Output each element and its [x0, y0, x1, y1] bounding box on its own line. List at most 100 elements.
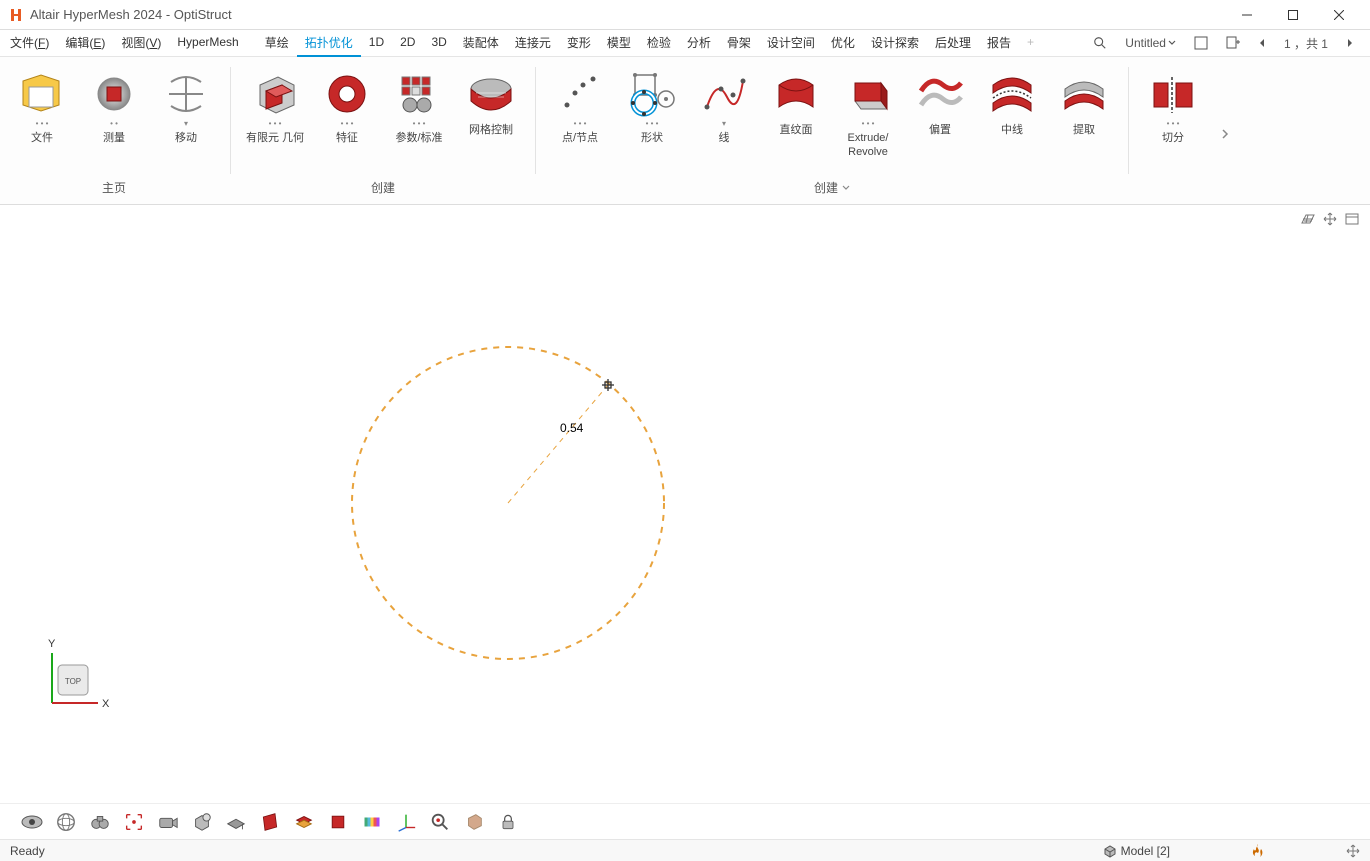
status-bar: Ready Model [2]	[0, 839, 1370, 861]
ribbon-line[interactable]: ▾ 线	[688, 63, 760, 161]
page-prev-button[interactable]	[1252, 36, 1272, 50]
ribbon-midline[interactable]: 中线	[976, 63, 1048, 161]
shape-icon	[625, 67, 679, 121]
tab-report[interactable]: 报告	[979, 30, 1019, 57]
page-add-button[interactable]	[1220, 34, 1246, 52]
zoom-find-icon[interactable]	[428, 810, 452, 834]
red-box-icon[interactable]	[326, 810, 350, 834]
ribbon: • • • 文件 • • 测量 ▾ 移动 主页 • • • 有限元 几何	[0, 57, 1370, 205]
tab-3d[interactable]: 3D	[423, 31, 454, 55]
transparency-icon[interactable]	[462, 810, 486, 834]
bottom-toolbar	[0, 803, 1370, 839]
feature-icon	[320, 67, 374, 121]
tab-analyze[interactable]: 分析	[679, 30, 719, 57]
tab-design-space[interactable]: 设计空间	[759, 30, 823, 57]
status-snap-icon[interactable]	[1346, 844, 1360, 858]
tab-optimize[interactable]: 优化	[823, 30, 863, 57]
svg-text:TOP: TOP	[65, 677, 81, 686]
tab-design-explore[interactable]: 设计探索	[863, 30, 927, 57]
file-icon	[15, 67, 69, 121]
cube-icon	[1103, 844, 1117, 858]
axes-small-icon[interactable]	[394, 810, 418, 834]
page-counter: 1 ，共 1	[1278, 33, 1334, 54]
axis-y-label: Y	[48, 638, 56, 650]
triangle-right-icon	[1346, 38, 1354, 48]
target-selection-icon[interactable]	[122, 810, 146, 834]
minimize-button[interactable]	[1224, 0, 1270, 30]
tab-1d[interactable]: 1D	[361, 31, 392, 55]
fem-geom-icon	[248, 67, 302, 121]
ribbon-group-label-create2: 创建	[814, 173, 850, 204]
tab-assembly[interactable]: 装配体	[455, 30, 507, 57]
menu-view[interactable]: 视图(V)	[113, 30, 169, 57]
ribbon-feature[interactable]: • • • 特征	[311, 63, 383, 147]
line-icon	[697, 67, 751, 121]
tab-connectors[interactable]: 连接元	[507, 30, 559, 57]
spectrum-icon[interactable]	[360, 810, 384, 834]
ribbon-extract[interactable]: 提取	[1048, 63, 1120, 161]
chevron-down-icon	[1168, 39, 1176, 47]
tab-2d[interactable]: 2D	[392, 31, 423, 55]
globe-icon[interactable]	[54, 810, 78, 834]
close-button[interactable]	[1316, 0, 1362, 30]
menu-file[interactable]: 文件(F)	[2, 30, 57, 57]
extract-icon	[1057, 67, 1111, 121]
move-icon	[159, 67, 213, 121]
menu-edit[interactable]: 编辑(E)	[57, 30, 113, 57]
ribbon-offset[interactable]: 偏置	[904, 63, 976, 161]
ribbon-group-home: • • • 文件 • • 测量 ▾ 移动 主页	[0, 63, 228, 204]
lock-icon[interactable]	[496, 810, 520, 834]
ribbon-shape[interactable]: • • • 形状	[616, 63, 688, 161]
ribbon-overflow-right[interactable]	[1215, 63, 1235, 204]
eye-icon[interactable]	[20, 810, 44, 834]
hat-icon[interactable]	[224, 810, 248, 834]
ribbon-mesh-ctrl[interactable]: 网格控制	[455, 63, 527, 147]
binoculars-icon[interactable]	[88, 810, 112, 834]
ribbon-fem-geom[interactable]: • • • 有限元 几何	[239, 63, 311, 147]
menu-right: Untitled 1 ，共 1	[1087, 33, 1368, 54]
menu-hypermesh[interactable]: HyperMesh	[169, 31, 246, 55]
ribbon-move[interactable]: ▾ 移动	[150, 63, 222, 147]
status-ready: Ready	[10, 844, 45, 858]
page-layout-button[interactable]	[1188, 34, 1214, 52]
maximize-button[interactable]	[1270, 0, 1316, 30]
ribbon-group-create-1: • • • 有限元 几何 • • • 特征 • • • 参数/标准 网格控制 创…	[233, 63, 533, 204]
status-fire-icon[interactable]	[1250, 843, 1266, 859]
tab-sketch[interactable]: 草绘	[257, 30, 297, 57]
ribbon-param-std[interactable]: • • • 参数/标准	[383, 63, 455, 147]
search-button[interactable]	[1087, 34, 1113, 52]
tab-morph[interactable]: 变形	[559, 30, 599, 57]
ribbon-cut[interactable]: • • • 切分	[1137, 63, 1209, 147]
title-bar: Altair HyperMesh 2024 - OptiStruct	[0, 0, 1370, 30]
page-next-button[interactable]	[1340, 36, 1360, 50]
axis-widget[interactable]: Y X TOP	[40, 633, 130, 723]
app-logo-icon	[8, 7, 24, 23]
menu-bar: 文件(F) 编辑(E) 视图(V) HyperMesh 草绘 拓扑优化 1D 2…	[0, 30, 1370, 57]
chevron-down-icon	[842, 184, 850, 192]
ribbon-file[interactable]: • • • 文件	[6, 63, 78, 147]
ribbon-point-node[interactable]: • • • 点/节点	[544, 63, 616, 161]
viewport-3d[interactable]: 0.54 Y X TOP	[0, 205, 1370, 803]
ribbon-group-label-create1: 创建	[371, 173, 395, 204]
ribbon-group-label-home: 主页	[102, 173, 126, 204]
ruled-icon	[769, 67, 823, 121]
cube-sphere-icon[interactable]	[190, 810, 214, 834]
ribbon-group-cut: • • • 切分	[1131, 63, 1215, 204]
tab-add[interactable]: +	[1019, 31, 1042, 55]
document-name-dropdown[interactable]: Untitled	[1119, 34, 1182, 52]
viewport-canvas	[0, 205, 1370, 803]
axis-x-label: X	[102, 698, 110, 710]
document-name: Untitled	[1125, 36, 1166, 50]
camera-icon[interactable]	[156, 810, 180, 834]
red-plane-icon[interactable]	[258, 810, 282, 834]
layers-icon[interactable]	[292, 810, 316, 834]
tab-post[interactable]: 后处理	[927, 30, 979, 57]
ribbon-ruled[interactable]: 直纹面	[760, 63, 832, 161]
tab-validate[interactable]: 检验	[639, 30, 679, 57]
tab-model[interactable]: 模型	[599, 30, 639, 57]
tab-topology-opt[interactable]: 拓扑优化	[297, 30, 361, 57]
status-model[interactable]: Model [2]	[1103, 844, 1170, 858]
ribbon-extrude-revolve[interactable]: • • • Extrude/ Revolve	[832, 63, 904, 161]
tab-skeleton[interactable]: 骨架	[719, 30, 759, 57]
ribbon-measure[interactable]: • • 测量	[78, 63, 150, 147]
